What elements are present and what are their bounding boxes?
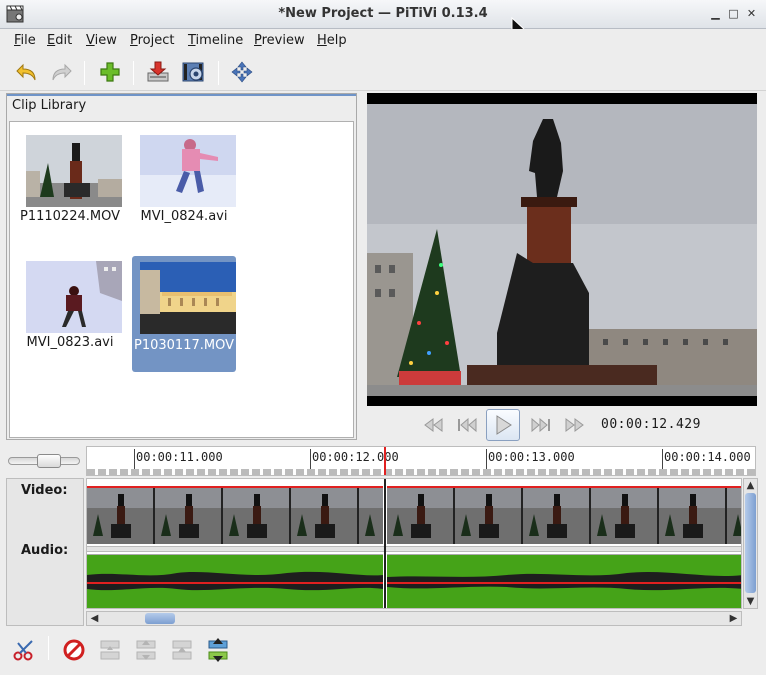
main-toolbar bbox=[0, 53, 766, 91]
audio-track-label: Audio: bbox=[21, 543, 69, 558]
clip-item[interactable]: MVI_0823.avi bbox=[18, 253, 122, 369]
ruler-label: 00:00:11.000 bbox=[136, 450, 223, 464]
timecode-display: 00:00:12.429 bbox=[601, 417, 701, 432]
clip-library-area[interactable]: P1110224.MOV MVI_0824.avi MVI_0823.avi P… bbox=[9, 121, 354, 438]
clip-item-selected[interactable]: P1030117.MOV bbox=[132, 256, 236, 372]
track-separator bbox=[87, 546, 741, 552]
menu-preview[interactable]: Preview bbox=[254, 33, 305, 48]
video-preview bbox=[367, 93, 757, 406]
fullscreen-icon[interactable] bbox=[229, 59, 255, 85]
menu-edit[interactable]: Edit bbox=[47, 33, 72, 48]
library-tab-indicator bbox=[7, 94, 356, 96]
fast-forward-icon[interactable] bbox=[557, 409, 591, 441]
skip-forward-icon[interactable] bbox=[523, 409, 557, 441]
ruler-label: 00:00:13.000 bbox=[488, 450, 575, 464]
close-icon[interactable]: ✕ bbox=[745, 7, 758, 20]
audio-volume-line[interactable] bbox=[87, 582, 383, 584]
scroll-down-icon[interactable]: ▼ bbox=[744, 595, 757, 608]
delete-icon[interactable] bbox=[61, 637, 87, 663]
clip-name: P1110224.MOV bbox=[20, 209, 120, 224]
track-labels-panel: Video: Audio: bbox=[6, 478, 84, 626]
timeline-tracks[interactable] bbox=[86, 478, 742, 609]
scroll-up-icon[interactable]: ▲ bbox=[744, 479, 757, 492]
skip-back-icon[interactable] bbox=[451, 409, 485, 441]
unlink-icon[interactable] bbox=[97, 637, 123, 663]
scroll-right-icon[interactable]: ▶ bbox=[727, 612, 740, 625]
menu-view[interactable]: View bbox=[86, 33, 117, 48]
vertical-scroll-thumb[interactable] bbox=[745, 493, 756, 593]
clip-thumbnail bbox=[26, 261, 122, 333]
toolbar-separator bbox=[218, 61, 219, 85]
horizontal-scroll-thumb[interactable] bbox=[145, 613, 175, 624]
toolbar-separator bbox=[133, 61, 134, 85]
window-title: *New Project — PiTiVi 0.13.4 bbox=[278, 6, 488, 21]
video-clip-thumbnails bbox=[387, 488, 741, 544]
link-icon[interactable] bbox=[133, 637, 159, 663]
import-clips-icon[interactable] bbox=[97, 59, 123, 85]
audio-clip[interactable] bbox=[387, 554, 741, 608]
timeline-vertical-scrollbar[interactable]: ▲ ▼ bbox=[743, 478, 758, 609]
play-icon bbox=[496, 415, 512, 435]
clip-name: P1030117.MOV bbox=[134, 338, 234, 353]
ruler-label: 00:00:14.000 bbox=[664, 450, 751, 464]
clip-thumbnail bbox=[26, 135, 122, 207]
timeline-zoom-slider[interactable] bbox=[8, 454, 80, 468]
preview-frame bbox=[367, 93, 757, 406]
menu-help[interactable]: Help bbox=[317, 33, 347, 48]
clip-library-panel: Clip Library P1110224.MOV MVI_0824.avi M… bbox=[6, 93, 357, 440]
video-track-label: Video: bbox=[21, 483, 68, 498]
playhead-line[interactable] bbox=[384, 479, 386, 608]
maximize-icon[interactable]: □ bbox=[727, 7, 740, 20]
toolbar-separator bbox=[48, 636, 49, 660]
audio-volume-line[interactable] bbox=[387, 582, 741, 584]
video-clip[interactable] bbox=[387, 486, 741, 544]
menu-timeline[interactable]: Timeline bbox=[188, 33, 243, 48]
scroll-left-icon[interactable]: ◀ bbox=[88, 612, 101, 625]
split-icon[interactable] bbox=[12, 637, 38, 663]
ungroup-icon[interactable] bbox=[169, 637, 195, 663]
ruler-minor-ticks bbox=[87, 469, 755, 475]
clip-name: MVI_0824.avi bbox=[140, 209, 228, 224]
timeline-ruler[interactable]: 00:00:11.000 00:00:12.000 00:00:13.000 0… bbox=[86, 446, 756, 476]
timeline-horizontal-scrollbar[interactable]: ◀ ▶ bbox=[86, 611, 742, 626]
rewind-icon[interactable] bbox=[417, 409, 451, 441]
ruler-playhead[interactable] bbox=[384, 447, 386, 475]
clip-thumbnail bbox=[140, 262, 236, 334]
video-clip[interactable] bbox=[87, 486, 383, 544]
timeline-toolbar bbox=[0, 630, 766, 670]
clip-item[interactable]: P1110224.MOV bbox=[18, 127, 122, 243]
redo-icon[interactable] bbox=[48, 59, 74, 85]
menu-bar: File Edit View Project Timeline Preview … bbox=[0, 29, 766, 53]
menu-project[interactable]: Project bbox=[130, 33, 175, 48]
render-icon[interactable] bbox=[145, 59, 171, 85]
minimize-icon[interactable]: ▁ bbox=[709, 7, 722, 20]
project-settings-icon[interactable] bbox=[181, 59, 207, 85]
transport-controls: 00:00:12.429 bbox=[367, 406, 757, 444]
play-button[interactable] bbox=[486, 409, 520, 441]
toolbar-separator bbox=[84, 61, 85, 85]
clip-name: MVI_0823.avi bbox=[26, 335, 114, 350]
library-title: Clip Library bbox=[12, 98, 87, 113]
audio-clip[interactable] bbox=[87, 554, 383, 608]
zoom-slider-knob[interactable] bbox=[37, 454, 61, 468]
clip-thumbnail bbox=[140, 135, 236, 207]
video-clip-thumbnails bbox=[87, 488, 383, 544]
title-bar: *New Project — PiTiVi 0.13.4 ▁ □ ✕ bbox=[0, 0, 766, 39]
clip-item[interactable]: MVI_0824.avi bbox=[132, 127, 236, 243]
menu-file[interactable]: File bbox=[14, 33, 36, 48]
undo-icon[interactable] bbox=[14, 59, 40, 85]
group-icon[interactable] bbox=[205, 637, 231, 663]
